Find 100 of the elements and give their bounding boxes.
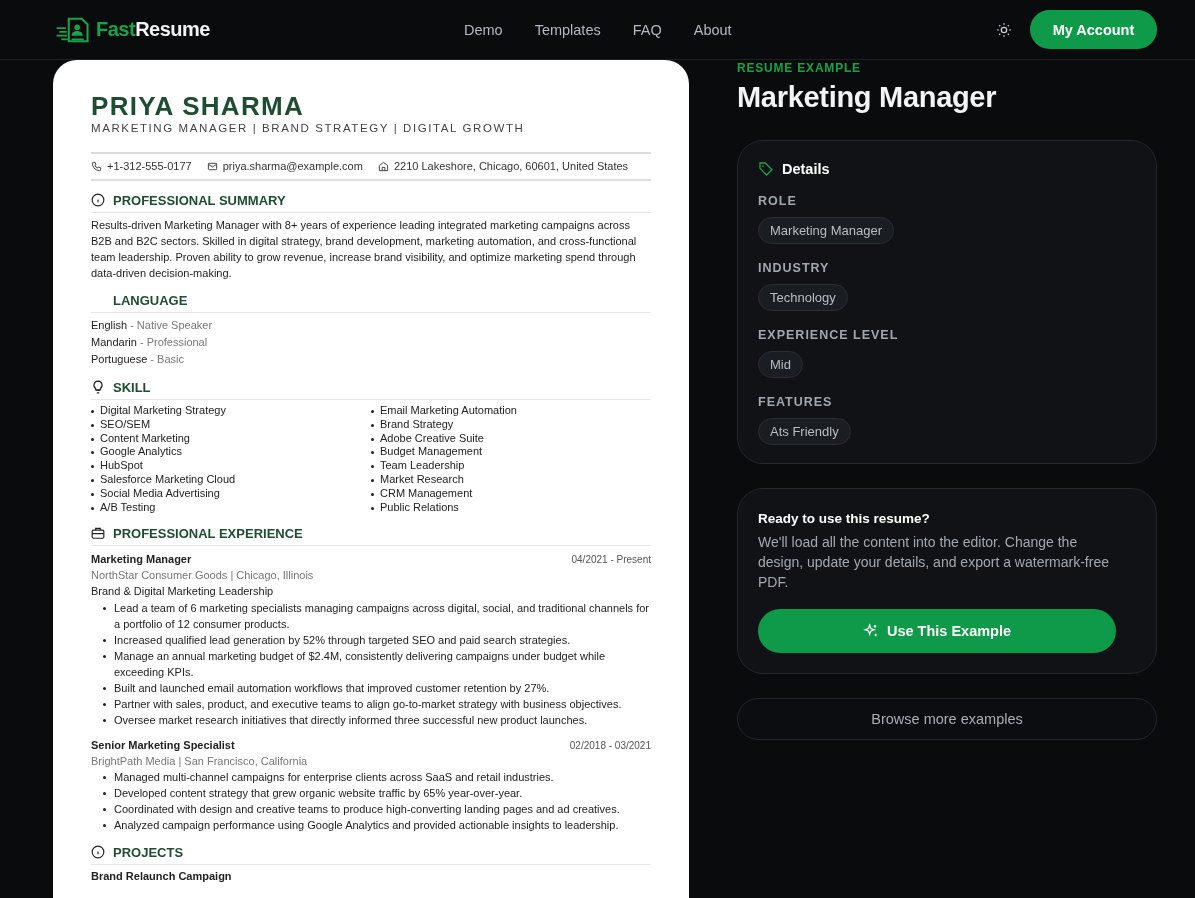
- cta-text: We'll load all the content into the editor. Change the design, update your details, and export a watermark-free PDF.: [758, 533, 1110, 592]
- job-subtitle: Brand & Digital Marketing Leadership: [91, 584, 275, 600]
- bullet-text: Partner with sales, product, and executive teams to align go-to-market strategy with business objectives.: [114, 697, 622, 713]
- bullet-text: Analyzed campaign performance using Google Analytics and provided actionable insights to leadership.: [114, 818, 619, 834]
- detail-label: ROLE: [758, 194, 798, 208]
- account-button[interactable]: My Account: [1030, 10, 1157, 49]
- bullet-text: Developed content strategy that grew organic website traffic by 65% year-over-year.: [114, 786, 523, 802]
- bullet-text: Managed multi-channel campaigns for enterprise clients across SaaS and retail industries.: [114, 770, 554, 786]
- bullet-icon: [91, 437, 94, 441]
- skill-item: Content Marketing: [100, 431, 190, 446]
- detail-tag: Ats Friendly: [758, 418, 851, 445]
- project-title: Brand Relaunch Campaign: [91, 869, 233, 884]
- bullet-text: Increased qualified lead generation by 52% through targeted SEO and paid search strategies.: [114, 633, 571, 649]
- bullet-icon: [103, 808, 106, 812]
- bullet-icon: [103, 792, 106, 796]
- job-title: Senior Marketing Specialist: [91, 738, 235, 754]
- bullet-icon: [91, 479, 94, 482]
- bullet-icon: [103, 655, 106, 659]
- eyebrow-label: RESUME EXAMPLE: [737, 61, 862, 75]
- job-dates: 02/2018 - 03/2021: [569, 739, 651, 754]
- skill-item: Social Media Advertising: [100, 486, 220, 501]
- info-icon: [91, 845, 105, 860]
- browse-button[interactable]: Browse more examples: [737, 698, 1157, 740]
- sun-icon[interactable]: [996, 21, 1012, 38]
- skill-item: Salesforce Marketing Cloud: [100, 473, 236, 487]
- bullet-text: Coordinated with design and creative teams to produce high-converting landing pages and ad creatives.: [114, 802, 620, 818]
- bullet-icon: [103, 776, 106, 780]
- detail-tag: Marketing Manager: [758, 217, 894, 244]
- bullet-icon: [103, 639, 106, 643]
- section-heading: SKILL: [113, 379, 151, 395]
- briefcase-icon: [91, 526, 105, 541]
- skill-item: CRM Management: [380, 486, 473, 501]
- detail-label: INDUSTRY: [758, 261, 831, 275]
- language-item: Mandarin - Professional: [91, 335, 209, 350]
- phone-icon: [91, 160, 102, 172]
- bullet-icon: [91, 410, 94, 413]
- sparkle-icon: [862, 623, 879, 639]
- detail-label: EXPERIENCE LEVEL: [758, 328, 900, 342]
- bullet-icon: [103, 687, 106, 691]
- job-dates: 04/2021 - Present: [571, 553, 651, 568]
- company-text: NorthStar Consumer Goods | Chicago, Illinois: [91, 568, 315, 584]
- skill-item: Adobe Creative Suite: [380, 431, 484, 446]
- bullet-icon: [103, 703, 106, 707]
- detail-tag: Mid: [758, 351, 803, 378]
- use-example-button[interactable]: Use This Example: [758, 609, 1116, 653]
- skill-item: Brand Strategy: [380, 417, 454, 432]
- skill-item: Google Analytics: [100, 445, 182, 460]
- contact-text: +1-312-555-0177: [107, 160, 192, 172]
- resume-headline: MARKETING MANAGER | BRAND STRATEGY | DIGITAL GROWTH: [91, 122, 526, 134]
- detail-label: FEATURES: [758, 395, 834, 409]
- bullet-text: Manage an annual marketing budget of $2.4M, consistently delivering campaigns under budget while exceeding KPIs.: [114, 649, 607, 681]
- language-item: English - Native Speaker: [91, 318, 214, 333]
- info-icon: [91, 193, 105, 207]
- skill-item: Email Marketing Automation: [380, 404, 517, 418]
- section-heading: PROFESSIONAL SUMMARY: [113, 192, 286, 208]
- brand-name[interactable]: FastResume: [96, 18, 210, 41]
- page-title: Marketing Manager: [737, 81, 998, 114]
- skill-item: A/B Testing: [100, 500, 156, 515]
- bullet-icon: [371, 465, 374, 469]
- bullet-icon: [91, 506, 94, 510]
- bullet-icon: [103, 607, 106, 611]
- language-item: Portuguese - Basic: [91, 352, 185, 367]
- bullet-icon: [103, 824, 106, 828]
- bullet-text: Oversee market research initiatives that directly informed three successful new product launches.: [114, 713, 588, 729]
- bullet-icon: [103, 719, 106, 723]
- skill-item: Digital Marketing Strategy: [100, 404, 226, 418]
- section-heading: PROFESSIONAL EXPERIENCE: [113, 525, 303, 541]
- skill-item: Team Leadership: [380, 459, 465, 473]
- cta-heading: Ready to use this resume?: [758, 511, 931, 526]
- bullet-icon: [371, 423, 374, 427]
- bullet-icon: [371, 451, 374, 455]
- skill-item: HubSpot: [100, 459, 143, 473]
- details-heading: Details: [782, 161, 830, 177]
- bullet-text: Lead a team of 6 marketing specialists managing campaigns across digital, social, and traditional channels for a portfolio of 12 consumer products.: [114, 601, 650, 633]
- skill-item: Public Relations: [380, 500, 459, 515]
- skill-item: Budget Management: [380, 445, 483, 460]
- house-icon: [377, 160, 389, 172]
- company-text: BrightPath Media | San Francisco, California: [91, 754, 309, 770]
- bullet-icon: [91, 492, 94, 496]
- tag-icon: [758, 161, 774, 177]
- bullet-text: Built and launched email automation workflows that improved customer retention by 27%.: [114, 681, 550, 697]
- section-heading: LANGUAGE: [113, 292, 188, 308]
- mail-icon: [206, 160, 218, 172]
- nav-link[interactable]: FAQ: [632, 21, 662, 38]
- nav-link[interactable]: Demo: [463, 21, 503, 38]
- bullet-icon: [91, 423, 94, 427]
- resume-name: PRIYA SHARMA: [91, 92, 306, 120]
- section-heading: PROJECTS: [113, 844, 184, 860]
- bullet-icon: [371, 437, 374, 441]
- job-title: Marketing Manager: [91, 552, 192, 568]
- nav-link[interactable]: Templates: [534, 21, 601, 38]
- contact-text: 2210 Lakeshore, Chicago, 60601, United States: [393, 160, 629, 172]
- bullet-icon: [91, 451, 94, 455]
- detail-tag: Technology: [758, 284, 848, 311]
- bullet-icon: [371, 410, 374, 413]
- bullet-icon: [371, 479, 374, 482]
- skill-item: Market Research: [380, 473, 464, 487]
- skill-item: SEO/SEM: [100, 417, 151, 432]
- bullet-icon: [371, 506, 374, 510]
- nav-link[interactable]: About: [693, 21, 732, 38]
